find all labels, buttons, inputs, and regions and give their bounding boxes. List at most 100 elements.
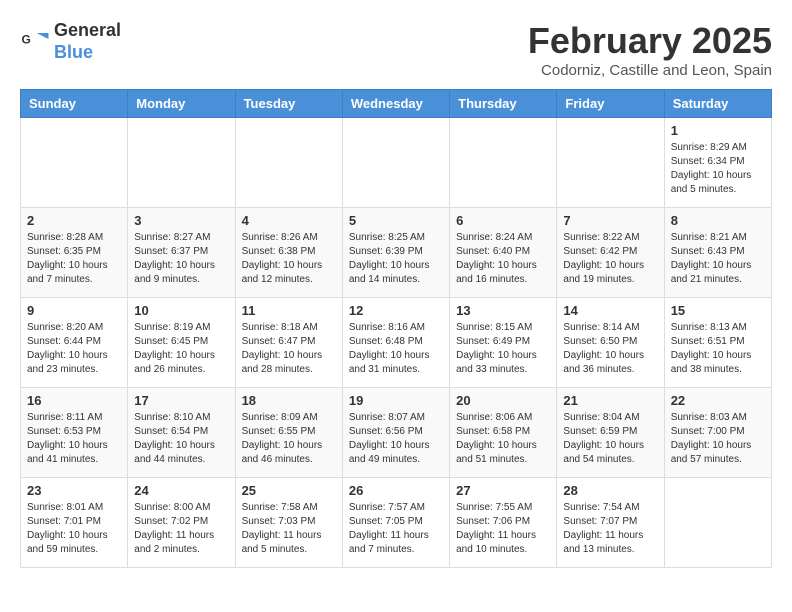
day-info: Sunrise: 8:01 AM Sunset: 7:01 PM Dayligh… [27,501,121,557]
calendar-cell: 19Sunrise: 8:07 AM Sunset: 6:56 PM Dayli… [342,388,449,478]
day-info: Sunrise: 8:22 AM Sunset: 6:42 PM Dayligh… [563,231,657,287]
day-info: Sunrise: 8:09 AM Sunset: 6:55 PM Dayligh… [242,411,336,467]
day-number: 19 [349,393,443,408]
calendar-cell: 7 Sunrise: 8:22 AM Sunset: 6:42 PM Daylig… [557,208,664,298]
logo-text: General Blue [54,20,121,63]
calendar-cell [342,118,449,208]
day-number: 11 [242,303,336,318]
day-info: Sunrise: 7:55 AM Sunset: 7:06 PM Dayligh… [456,501,550,557]
calendar-cell: 16 Sunrise: 8:11 AM Sunset: 6:53 PM Dayli… [21,388,128,478]
day-number: 10 [134,303,228,318]
calendar-cell: 11 Sunrise: 8:18 AM Sunset: 6:47 PM Dayli… [235,298,342,388]
day-number: 27 [456,483,550,498]
day-info: Sunrise: 8:15 AM Sunset: 6:49 PM Dayligh… [456,321,550,377]
day-info: Sunrise: 8:14 AM Sunset: 6:50 PM Dayligh… [563,321,657,377]
calendar-cell: 27 Sunrise: 7:55 AM Sunset: 7:06 PM Dayli… [450,478,557,568]
day-number: 18 [242,393,336,408]
day-info: Sunrise: 8:28 AM Sunset: 6:35 PM Dayligh… [27,231,121,287]
calendar-cell: 9 Sunrise: 8:20 AM Sunset: 6:44 PM Daylig… [21,298,128,388]
day-number: 22 [671,393,765,408]
calendar-week-row: 9 Sunrise: 8:20 AM Sunset: 6:44 PM Daylig… [21,298,772,388]
day-info: Sunrise: 8:03 AM Sunset: 7:00 PM Dayligh… [671,411,765,467]
day-number: 17 [134,393,228,408]
calendar-cell: 15Sunrise: 8:13 AM Sunset: 6:51 PM Dayli… [664,298,771,388]
day-number: 14 [563,303,657,318]
day-info: Sunrise: 8:16 AM Sunset: 6:48 PM Dayligh… [349,321,443,377]
weekday-header: Friday [557,90,664,118]
day-number: 24 [134,483,228,498]
day-info: Sunrise: 8:04 AM Sunset: 6:59 PM Dayligh… [563,411,657,467]
calendar-cell [557,118,664,208]
calendar-header-row: SundayMondayTuesdayWednesdayThursdayFrid… [21,90,772,118]
day-info: Sunrise: 8:10 AM Sunset: 6:54 PM Dayligh… [134,411,228,467]
day-info: Sunrise: 8:06 AM Sunset: 6:58 PM Dayligh… [456,411,550,467]
day-number: 20 [456,393,550,408]
day-info: Sunrise: 8:18 AM Sunset: 6:47 PM Dayligh… [242,321,336,377]
day-number: 9 [27,303,121,318]
calendar-week-row: 23Sunrise: 8:01 AM Sunset: 7:01 PM Dayli… [21,478,772,568]
day-info: Sunrise: 8:13 AM Sunset: 6:51 PM Dayligh… [671,321,765,377]
day-info: Sunrise: 8:24 AM Sunset: 6:40 PM Dayligh… [456,231,550,287]
calendar-cell: 4 Sunrise: 8:26 AM Sunset: 6:38 PM Daylig… [235,208,342,298]
day-number: 7 [563,213,657,228]
calendar-cell: 17 Sunrise: 8:10 AM Sunset: 6:54 PM Dayli… [128,388,235,478]
weekday-header: Monday [128,90,235,118]
calendar-cell: 2 Sunrise: 8:28 AM Sunset: 6:35 PM Daylig… [21,208,128,298]
weekday-header: Sunday [21,90,128,118]
page-header: G General Blue February 2025 Codorniz, C… [20,20,772,79]
day-info: Sunrise: 8:00 AM Sunset: 7:02 PM Dayligh… [134,501,228,557]
calendar-cell: 6 Sunrise: 8:24 AM Sunset: 6:40 PM Daylig… [450,208,557,298]
calendar-cell: 26Sunrise: 7:57 AM Sunset: 7:05 PM Dayli… [342,478,449,568]
month-title: February 2025 [528,20,772,62]
day-number: 1 [671,123,765,138]
calendar-cell: 18 Sunrise: 8:09 AM Sunset: 6:55 PM Dayli… [235,388,342,478]
calendar-cell: 13Sunrise: 8:15 AM Sunset: 6:49 PM Dayli… [450,298,557,388]
calendar-cell: 8 Sunrise: 8:21 AM Sunset: 6:43 PM Daylig… [664,208,771,298]
weekday-header: Thursday [450,90,557,118]
calendar-cell [21,118,128,208]
calendar-cell: 14 Sunrise: 8:14 AM Sunset: 6:50 PM Dayli… [557,298,664,388]
calendar-cell: 25 Sunrise: 7:58 AM Sunset: 7:03 PM Dayli… [235,478,342,568]
day-info: Sunrise: 8:25 AM Sunset: 6:39 PM Dayligh… [349,231,443,287]
calendar-cell: 5 Sunrise: 8:25 AM Sunset: 6:39 PM Daylig… [342,208,449,298]
calendar-cell [450,118,557,208]
calendar-cell [235,118,342,208]
day-number: 25 [242,483,336,498]
day-info: Sunrise: 7:58 AM Sunset: 7:03 PM Dayligh… [242,501,336,557]
day-info: Sunrise: 8:26 AM Sunset: 6:38 PM Dayligh… [242,231,336,287]
day-info: Sunrise: 8:21 AM Sunset: 6:43 PM Dayligh… [671,231,765,287]
location-subtitle: Codorniz, Castille and Leon, Spain [528,62,772,79]
day-info: Sunrise: 8:27 AM Sunset: 6:37 PM Dayligh… [134,231,228,287]
calendar-week-row: 1 Sunrise: 8:29 AM Sunset: 6:34 PM Daylig… [21,118,772,208]
calendar-cell: 12 Sunrise: 8:16 AM Sunset: 6:48 PM Dayli… [342,298,449,388]
calendar-cell: 23Sunrise: 8:01 AM Sunset: 7:01 PM Dayli… [21,478,128,568]
day-info: Sunrise: 7:54 AM Sunset: 7:07 PM Dayligh… [563,501,657,557]
day-number: 6 [456,213,550,228]
calendar-cell: 22 Sunrise: 8:03 AM Sunset: 7:00 PM Dayli… [664,388,771,478]
day-info: Sunrise: 8:20 AM Sunset: 6:44 PM Dayligh… [27,321,121,377]
weekday-header: Wednesday [342,90,449,118]
calendar-week-row: 2 Sunrise: 8:28 AM Sunset: 6:35 PM Daylig… [21,208,772,298]
logo: G General Blue [20,20,121,63]
calendar-cell: 21 Sunrise: 8:04 AM Sunset: 6:59 PM Dayli… [557,388,664,478]
calendar-cell: 28Sunrise: 7:54 AM Sunset: 7:07 PM Dayli… [557,478,664,568]
calendar-cell: 1 Sunrise: 8:29 AM Sunset: 6:34 PM Daylig… [664,118,771,208]
day-number: 2 [27,213,121,228]
day-number: 12 [349,303,443,318]
day-info: Sunrise: 8:11 AM Sunset: 6:53 PM Dayligh… [27,411,121,467]
day-info: Sunrise: 8:29 AM Sunset: 6:34 PM Dayligh… [671,141,765,197]
logo-line2: Blue [54,42,121,64]
day-number: 21 [563,393,657,408]
calendar-cell [664,478,771,568]
svg-text:G: G [22,32,31,46]
day-number: 5 [349,213,443,228]
calendar-cell: 3Sunrise: 8:27 AM Sunset: 6:37 PM Daylig… [128,208,235,298]
day-number: 4 [242,213,336,228]
calendar-week-row: 16 Sunrise: 8:11 AM Sunset: 6:53 PM Dayli… [21,388,772,478]
weekday-header: Tuesday [235,90,342,118]
day-number: 26 [349,483,443,498]
day-info: Sunrise: 8:19 AM Sunset: 6:45 PM Dayligh… [134,321,228,377]
weekday-header: Saturday [664,90,771,118]
day-number: 16 [27,393,121,408]
day-number: 8 [671,213,765,228]
